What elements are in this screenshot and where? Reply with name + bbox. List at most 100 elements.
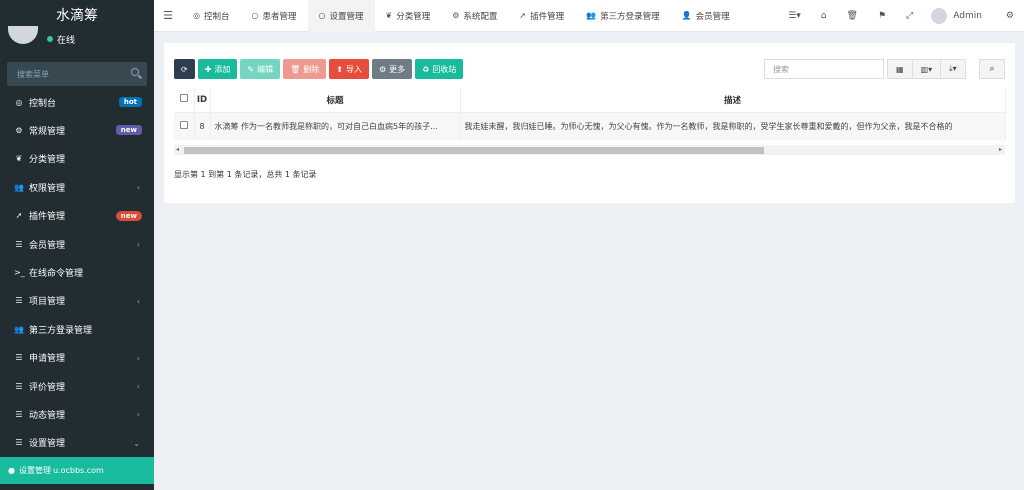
chevron-icon: ‹ [136,239,140,249]
tab-icon: 👥 [586,11,597,20]
nav-tab[interactable]: ○ 患者管理 [241,0,308,32]
menu-icon: ⚙ [15,126,23,136]
cog-icon: ⚙ [378,64,387,74]
menu-icon: ☰ [15,296,23,306]
scroll-right-icon[interactable]: ▸ [999,146,1002,153]
menu-icon: ☰ [15,409,23,419]
row-select-cell[interactable] [174,112,195,140]
tab-label: 患者管理 [262,11,297,22]
import-button[interactable]: ⬆ 导入 [329,59,369,79]
sidebar-item[interactable]: 👥 权限管理 ‹ [0,173,154,201]
nav-tab[interactable]: ➚ 插件管理 [508,0,575,32]
table-row[interactable]: 8 水滴筹 作为一名教师我是称职的，可对自己白血病5年的孩子... 我走娃未醒，… [174,112,1006,140]
sidebar-item[interactable]: 👥 第三方登录管理 [0,315,154,343]
chevron-icon: ⌄ [133,438,140,448]
recycle-label: 回收站 [432,64,457,74]
sidebar-item-label: 权限管理 [29,183,66,194]
nav-tab[interactable]: 👤 会员管理 [671,0,741,32]
sidebar-item[interactable]: ☰ 会员管理 ‹ [0,230,154,258]
menu-badge: new [115,125,142,136]
edit-button[interactable]: ✎ 编辑 [240,59,281,79]
sidebar-item[interactable]: ⚙ 常规管理 new [0,116,154,144]
export-button[interactable]: ⤓▾ [941,59,966,79]
menu-search-input[interactable] [7,62,147,86]
trash-icon: 🗑 [290,64,301,74]
admin-avatar[interactable] [931,8,948,24]
select-all-checkbox[interactable] [179,94,188,103]
tab-label: 设置管理 [329,11,364,22]
sidebar: 水滴筹 在线 ◎控制台hot⚙常规管理new❦分类管理👥权限管理‹➚插件管理ne… [0,0,154,490]
menu-icon: ☰ [15,353,23,363]
sidebar-item[interactable]: ☰ 项目管理 ‹ [0,287,154,315]
tab-label: 系统配置 [463,11,498,22]
scroll-left-icon[interactable]: ◂ [176,146,179,153]
admin-name[interactable]: Admin [953,11,982,21]
nav-tab[interactable]: ❦ 分类管理 [375,0,442,32]
menu-icon: ☰ [15,239,23,249]
delete-label: 删除 [303,64,320,74]
scrollbar-thumb[interactable] [184,147,764,154]
nav-tab[interactable]: 👥 第三方登录管理 [575,0,670,32]
export-icon: ⤓▾ [949,64,957,73]
nav-tab[interactable]: ○ 设置管理 [307,0,375,32]
more-button[interactable]: ⚙ 更多 [371,59,413,79]
toolbar: ⟳ ✚ 添加 ✎ 编辑 🗑 删除 ⬆ 导入 ⚙ 更多 ♻ 回收站 [174,59,466,79]
tab-icon: ○ [251,11,259,20]
menu-icon: ☰ [15,438,23,448]
chevron-icon: ‹ [136,183,140,193]
sidebar-item-label: 第三方登录管理 [29,325,93,336]
sidebar-item[interactable]: ☰ 申请管理 ‹ [0,344,154,372]
horizontal-scrollbar[interactable]: ◂ ▸ [174,145,1005,155]
sidebar-subitem-settings[interactable]: ● 设置管理 u.ocbbs.com [0,457,154,484]
circle-icon: ● [8,466,15,475]
menu-toggle-icon[interactable]: ☰ [154,9,182,22]
menu-icon: 👥 [14,324,24,334]
refresh-button[interactable]: ⟳ [174,59,195,79]
sidebar-item[interactable]: ➚ 插件管理 new [0,202,154,230]
trash-icon[interactable]: 🗑 [837,11,868,21]
toggle-view-button[interactable]: ▦ [887,59,913,79]
sidebar-item[interactable]: ◎ 控制台 hot [0,88,154,116]
pencil-icon: ✎ [247,64,255,74]
nav-tab[interactable]: ⚙ 系统配置 [441,0,508,32]
menu-icon: ❦ [15,154,23,164]
table-icon: ▦ [896,64,904,74]
table-view-buttons: ▦ ▥▾ ⤓▾ [887,59,966,79]
tab-icon: ○ [318,11,326,20]
menu-search [7,62,147,86]
tab-icon: ❦ [385,11,393,20]
nav-tab[interactable]: ◎ 控制台 [182,0,241,32]
table-search-input[interactable] [764,59,884,79]
sidebar-item[interactable]: ☰ 动态管理 ‹ [0,400,154,428]
recycle-button[interactable]: ♻ 回收站 [415,59,464,79]
pagination-info: 显示第 1 到第 1 条记录，总共 1 条记录 [174,170,317,179]
sidebar-item-label: 分类管理 [29,155,66,166]
gears-icon[interactable]: ⚙ [996,11,1024,21]
common-search-button[interactable]: ⌕ [979,59,1005,79]
sidebar-item[interactable]: ☰ 设置管理 ⌄ [0,429,154,457]
theme-dropdown-icon[interactable]: ☰▾ [778,11,811,21]
select-all-cell[interactable] [174,88,195,113]
menu-icon: >_ [14,268,25,278]
column-header-desc[interactable]: 描述 [460,88,1006,113]
sidebar-item-label: 设置管理 [29,439,66,450]
menu-icon: ◎ [15,97,23,107]
sidebar-item[interactable]: ☰ 评价管理 ‹ [0,372,154,400]
fullscreen-icon[interactable]: ⤢ [896,11,923,21]
menu-badge: hot [118,97,142,107]
sidebar-item[interactable]: ❦ 分类管理 [0,145,154,173]
tab-icon: ◎ [193,11,200,20]
column-header-id[interactable]: ID [194,88,211,113]
columns-button[interactable]: ▥▾ [912,59,942,79]
search-icon[interactable] [131,68,139,76]
row-checkbox[interactable] [179,121,188,130]
column-header-title[interactable]: 标题 [210,88,461,113]
home-icon[interactable]: ⌂ [811,11,837,21]
language-icon[interactable]: ⚑ [868,11,896,21]
delete-button[interactable]: 🗑 删除 [283,59,327,79]
sidebar-item[interactable]: >_ 在线命令管理 [0,258,154,286]
recycle-icon: ♻ [422,64,430,74]
refresh-icon: ⟳ [181,64,188,74]
add-button[interactable]: ✚ 添加 [197,59,238,79]
table-header-row: ID 标题 描述 [174,88,1006,113]
